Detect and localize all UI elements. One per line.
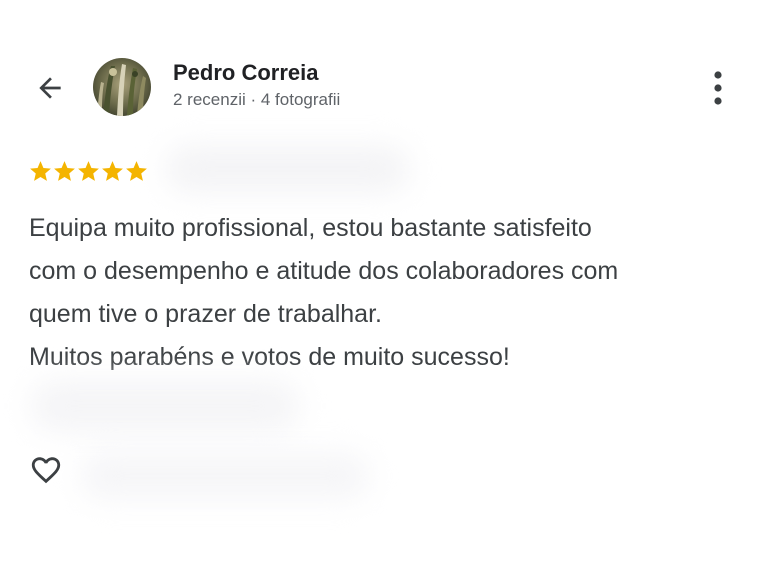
like-button[interactable]: [24, 448, 68, 492]
arrow-left-icon: [39, 77, 61, 99]
review-text: Equipa muito profissional, estou bastant…: [29, 214, 619, 371]
blurred-region: [80, 452, 370, 500]
star-icon: [126, 160, 147, 181]
back-button[interactable]: [28, 66, 72, 110]
author-name[interactable]: Pedro Correia: [173, 60, 319, 86]
heart-outline-icon: [31, 457, 61, 484]
star-rating: [28, 157, 148, 185]
author-meta: 2 recenzii · 4 fotografii: [173, 90, 341, 109]
more-vert-icon: [714, 71, 722, 105]
star-icon: [30, 160, 51, 181]
blurred-date-region: [165, 145, 410, 193]
more-options-button[interactable]: [700, 66, 736, 110]
avatar[interactable]: [93, 58, 151, 116]
blurred-region: [30, 380, 300, 432]
star-icon: [78, 160, 99, 181]
star-icon: [102, 160, 123, 181]
review-page: Pedro Correia 2 recenzii · 4 fotografii …: [0, 0, 768, 576]
star-icon: [54, 160, 75, 181]
